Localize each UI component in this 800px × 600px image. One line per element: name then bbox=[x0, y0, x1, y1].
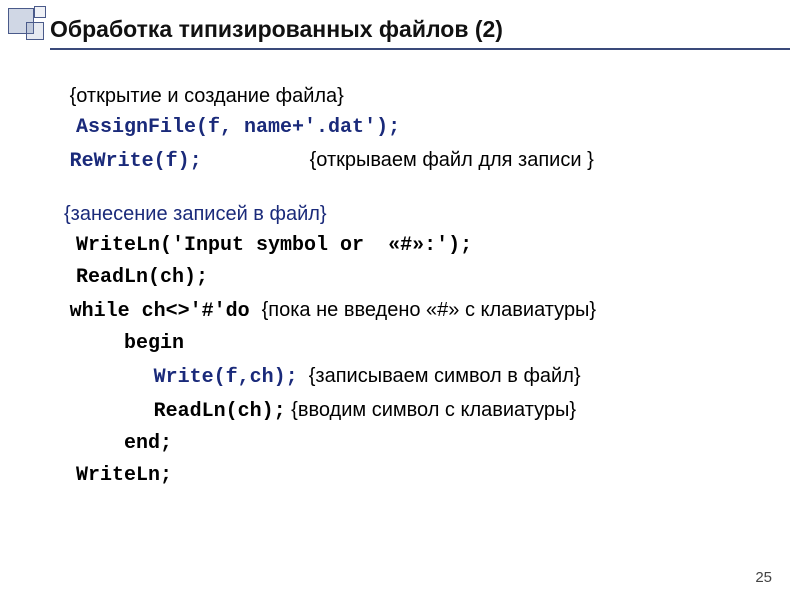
code-line: WriteLn; bbox=[64, 460, 770, 492]
slide-content: {открытие и создание файла} AssignFile(f… bbox=[64, 80, 770, 492]
code-line: end; bbox=[64, 428, 770, 460]
code-line: begin bbox=[64, 328, 770, 360]
slide-title: Обработка типизированных файлов (2) bbox=[50, 16, 503, 43]
code-line: ReWrite(f); {открываем файл для записи } bbox=[64, 144, 770, 178]
code-comment: {занесение записей в файл} bbox=[64, 198, 770, 230]
square-icon bbox=[34, 6, 46, 18]
code-line: ReadLn(ch); bbox=[64, 262, 770, 294]
code-line: while ch<>'#'do {пока не введено «#» с к… bbox=[64, 294, 770, 328]
code-line: AssignFile(f, name+'.dat'); bbox=[64, 112, 770, 144]
code-comment: {открытие и создание файла} bbox=[64, 80, 770, 112]
horizontal-rule bbox=[50, 48, 790, 50]
code-line: WriteLn('Input symbol or «#»:'); bbox=[64, 230, 770, 262]
code-line: Write(f,ch); {записываем символ в файл} bbox=[64, 360, 770, 394]
code-line: ReadLn(ch); {вводим символ с клавиатуры} bbox=[64, 394, 770, 428]
square-icon bbox=[26, 22, 44, 40]
page-number: 25 bbox=[755, 569, 772, 586]
